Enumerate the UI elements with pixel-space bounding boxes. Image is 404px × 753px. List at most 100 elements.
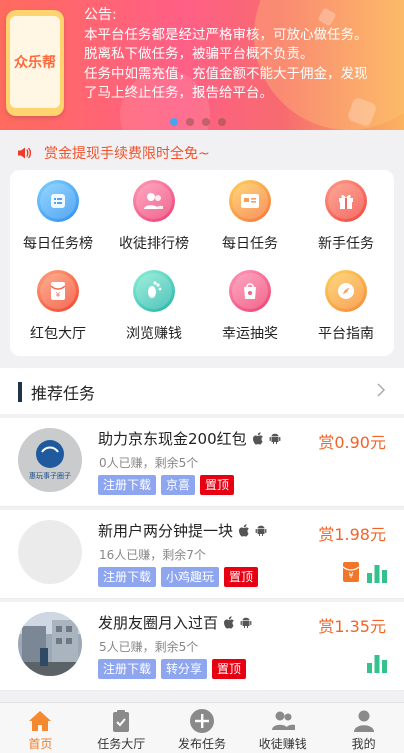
- chevron-right-icon[interactable]: [374, 383, 388, 397]
- notice-text: 公告: 本平台任务都是经过严格审核，可放心做任务。 脱离私下做任务，被骗平台概不…: [84, 6, 394, 104]
- notice-line: 本平台任务都是经过严格审核，可放心做任务。: [84, 26, 368, 43]
- carousel-dot[interactable]: [186, 118, 194, 126]
- notice-title: 公告:: [84, 7, 117, 23]
- menu-item-label: 每日任务榜: [23, 236, 93, 252]
- task-reward: 赏0.90元: [318, 433, 386, 452]
- android-icon: [240, 617, 252, 628]
- menu-item-red-packet[interactable]: ¥ 红包大厅: [10, 270, 106, 343]
- home-icon: [29, 711, 52, 731]
- users-icon: [271, 711, 295, 730]
- tab-label: 发布任务: [177, 737, 226, 751]
- tab-label: 任务大厅: [97, 737, 146, 751]
- task-tag: 京喜: [161, 475, 196, 495]
- menu-item-label: 浏览赚钱: [126, 326, 182, 342]
- task-tags: 注册下载 京喜 置顶: [98, 475, 235, 495]
- menu-item-daily-task[interactable]: 每日任务: [202, 180, 298, 253]
- task-meta: 16人已赚，剩余7个: [99, 548, 206, 562]
- person-icon: [353, 710, 374, 732]
- menu-item-browse-earn[interactable]: 浏览赚钱: [106, 270, 202, 343]
- bar-chart-icon: [367, 655, 387, 673]
- notice-line: 任务中如需充值，充值金额不能大于佣金，发现: [84, 65, 368, 82]
- task-title-text: 发朋友圈月入过百: [98, 614, 219, 632]
- task-tag: 转分享: [161, 659, 208, 679]
- task-reward: 赏1.35元: [318, 617, 386, 636]
- app-logo: 众乐帮: [14, 55, 56, 71]
- menu-item-label: 新手任务: [318, 236, 374, 252]
- menu-item-label: 收徒排行榜: [119, 236, 189, 252]
- gift-icon: [325, 180, 367, 222]
- task-avatar: [18, 612, 82, 676]
- task-title: 新用户两分钟提一块: [98, 520, 267, 541]
- task-badges: ¥: [342, 561, 388, 583]
- menu-item-label: 幸运抽奖: [222, 326, 278, 342]
- tab-task-hall[interactable]: 任务大厅: [81, 703, 162, 753]
- apple-icon: [224, 616, 234, 629]
- tab-label: 我的: [351, 737, 376, 751]
- tab-publish-task[interactable]: 发布任务: [162, 703, 243, 753]
- bar-chart-icon: [367, 565, 387, 583]
- task-badges: [366, 653, 388, 673]
- task-tag-pinned: 置顶: [212, 659, 247, 679]
- menu-item-daily-rank[interactable]: 每日任务榜: [10, 180, 106, 253]
- android-icon: [269, 433, 281, 444]
- menu-item-label: 每日任务: [222, 236, 278, 252]
- tab-apprentice-earn[interactable]: 收徒赚钱: [242, 703, 323, 753]
- bag-icon: [229, 270, 271, 312]
- carousel-dot-active[interactable]: [170, 118, 178, 126]
- marquee-text: 赏金提现手续费限时全免~: [44, 146, 210, 162]
- task-tag: 小鸡趣玩: [161, 567, 220, 587]
- tab-label: 收徒赚钱: [258, 737, 307, 751]
- task-tags: 注册下载 转分享 置顶: [98, 659, 247, 679]
- task-title: 发朋友圈月入过百: [98, 612, 252, 633]
- tab-label: 首页: [28, 737, 53, 751]
- task-tag: 注册下载: [98, 567, 157, 587]
- menu-item-apprentice-rank[interactable]: 收徒排行榜: [106, 180, 202, 253]
- task-avatar: [18, 520, 82, 584]
- section-title: 推荐任务: [31, 384, 96, 403]
- carousel-dot[interactable]: [218, 118, 226, 126]
- android-icon: [255, 525, 267, 536]
- task-tag-pinned: 置顶: [224, 567, 259, 587]
- task-title-text: 新用户两分钟提一块: [98, 522, 234, 540]
- notice-line: 脱离私下做任务，被骗平台概不负责。: [84, 46, 314, 62]
- task-tags: 注册下载 小鸡趣玩 置顶: [98, 567, 259, 587]
- carousel-dot[interactable]: [202, 118, 210, 126]
- task-meta: 5人已赚，剩余5个: [99, 640, 199, 654]
- tab-home[interactable]: 首页: [0, 703, 81, 753]
- feature-menu: 每日任务榜 收徒排行榜 每日任务 新手任务 ¥ 红包大厅 浏览赚钱 幸运抽奖 平…: [10, 170, 394, 356]
- task-tag: 注册下载: [98, 659, 157, 679]
- phone-screen: 众乐帮: [10, 16, 60, 108]
- avatar-text: 惠玩事子圈子: [29, 471, 71, 480]
- task-tag-pinned: 置顶: [200, 475, 235, 495]
- task-item[interactable]: 发朋友圈月入过百 5人已赚，剩余5个 注册下载 转分享 置顶 赏1.35元: [0, 602, 404, 691]
- notice-banner[interactable]: 众乐帮 公告: 本平台任务都是经过严格审核，可放心做任务。 脱离私下做任务，被骗…: [0, 0, 404, 130]
- speaker-icon: [18, 147, 31, 159]
- svg-text:¥: ¥: [56, 291, 61, 299]
- red-packet-badge-icon: ¥: [342, 562, 360, 582]
- task-title: 助力京东现金200红包: [98, 428, 281, 449]
- task-title-text: 助力京东现金200红包: [98, 430, 247, 448]
- card-icon: [229, 180, 271, 222]
- announcement-marquee[interactable]: 赏金提现手续费限时全免~: [0, 140, 404, 166]
- section-marker: [18, 382, 22, 402]
- svg-text:¥: ¥: [348, 571, 353, 580]
- menu-item-lucky-draw[interactable]: 幸运抽奖: [202, 270, 298, 343]
- users-icon: [133, 180, 175, 222]
- task-avatar: 惠玩事子圈子: [18, 428, 82, 492]
- carousel-dots: [170, 118, 226, 126]
- clipboard-icon: [113, 710, 130, 732]
- tab-mine[interactable]: 我的: [323, 703, 404, 753]
- menu-item-platform-guide[interactable]: 平台指南: [298, 270, 394, 343]
- apple-icon: [239, 524, 249, 537]
- list-icon: [37, 180, 79, 222]
- task-item[interactable]: 新用户两分钟提一块 16人已赚，剩余7个 注册下载 小鸡趣玩 置顶 赏1.98元…: [0, 510, 404, 599]
- task-item[interactable]: 惠玩事子圈子 助力京东现金200红包 0人已赚，剩余5个 注册下载 京喜 置顶 …: [0, 418, 404, 507]
- menu-item-newbie-task[interactable]: 新手任务: [298, 180, 394, 253]
- bottom-tab-bar: 首页 任务大厅 发布任务 收徒赚钱 我的: [0, 702, 404, 753]
- recommend-header[interactable]: 推荐任务: [0, 368, 404, 414]
- compass-icon: [325, 270, 367, 312]
- footprint-icon: [133, 270, 175, 312]
- task-reward: 赏1.98元: [318, 525, 386, 544]
- apple-icon: [252, 432, 263, 445]
- notice-line: 了马上终止任务，报告给平台。: [84, 85, 273, 101]
